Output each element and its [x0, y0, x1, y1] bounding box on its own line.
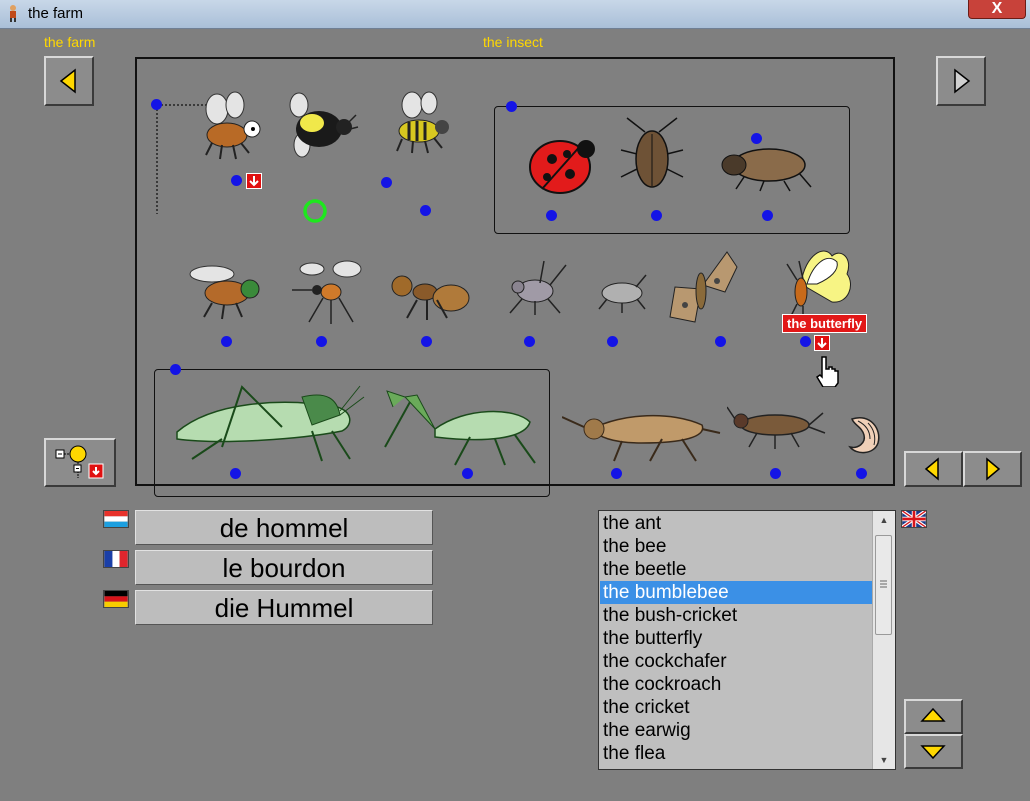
title-bar: the farm X: [0, 0, 1030, 29]
mantis-icon[interactable]: [375, 377, 540, 467]
insect-scene: the butterfly: [135, 57, 895, 497]
list-item[interactable]: the beetle: [600, 558, 872, 581]
bee-group-marker[interactable]: [151, 99, 162, 110]
ant-icon[interactable]: [387, 264, 472, 326]
butterfly-marker[interactable]: [800, 336, 811, 347]
cockchafer-top-marker[interactable]: [751, 133, 762, 144]
ladybug-marker[interactable]: [546, 210, 557, 221]
scroll-down-icon[interactable]: ▼: [873, 751, 895, 769]
list-item[interactable]: the flea: [600, 742, 872, 765]
download-arrow-icon: [817, 338, 827, 349]
bee-marker[interactable]: [231, 175, 242, 186]
fly-marker[interactable]: [221, 336, 232, 347]
beetle-group-marker[interactable]: [506, 101, 517, 112]
forward-button[interactable]: [936, 56, 986, 106]
mosquito-icon[interactable]: [287, 254, 367, 326]
hover-tooltip: the butterfly: [782, 314, 868, 333]
translation-german: die Hummel: [135, 590, 433, 625]
list-item-selected[interactable]: the bumblebee: [600, 581, 872, 604]
moth-icon[interactable]: [665, 247, 740, 329]
list-item[interactable]: the cockchafer: [600, 650, 872, 673]
arrow-right-icon: [986, 457, 1001, 481]
download-arrow-icon: [249, 176, 259, 187]
scroll-thumb[interactable]: [875, 535, 892, 635]
larva-marker[interactable]: [856, 468, 867, 479]
butterfly-icon[interactable]: [777, 244, 857, 319]
translation-luxembourgish: de hommel: [135, 510, 433, 545]
list-item[interactable]: the cockroach: [600, 673, 872, 696]
scroll-up-icon[interactable]: ▲: [873, 511, 895, 529]
bee-icon[interactable]: [197, 91, 267, 163]
farmer-icon: [10, 5, 16, 22]
wasp-icon[interactable]: [387, 91, 462, 157]
cockchafer-icon[interactable]: [714, 137, 819, 193]
previous-picture-button[interactable]: [904, 451, 963, 487]
bumblebee-icon[interactable]: [284, 91, 359, 163]
list-scrollbar[interactable]: ▲ ▼: [872, 511, 895, 769]
list-down-button[interactable]: [904, 734, 963, 769]
list-item[interactable]: the bush-cricket: [600, 604, 872, 627]
france-flag-icon: [103, 550, 129, 568]
selection-ring-icon: [303, 199, 327, 223]
earwig-icon[interactable]: [727, 397, 832, 452]
ant-marker[interactable]: [421, 336, 432, 347]
hierarchy-toggle-button[interactable]: [44, 438, 116, 487]
ladybug-icon[interactable]: [522, 129, 602, 201]
aphid-marker[interactable]: [524, 336, 535, 347]
current-category-label: the insect: [483, 34, 543, 50]
bee-audio-button[interactable]: [246, 173, 262, 189]
uk-flag-icon: [901, 510, 927, 528]
luxembourg-flag-icon: [103, 510, 129, 528]
arrow-left-icon: [924, 457, 939, 481]
cricket-marker[interactable]: [611, 468, 622, 479]
cricket-group-marker[interactable]: [170, 364, 181, 375]
list-item[interactable]: the cricket: [600, 696, 872, 719]
next-picture-button[interactable]: [963, 451, 1022, 487]
main-content: the farm the insect the butterfly de hom…: [0, 29, 1030, 801]
back-category-label[interactable]: the farm: [44, 34, 95, 50]
list-item[interactable]: the ant: [600, 512, 872, 535]
tree-icon: [55, 445, 104, 479]
earwig-marker[interactable]: [770, 468, 781, 479]
arrow-right-icon: [954, 68, 971, 94]
list-item[interactable]: the bee: [600, 535, 872, 558]
close-button[interactable]: X: [968, 0, 1026, 19]
butterfly-audio-button[interactable]: [814, 335, 830, 351]
cockroach-marker[interactable]: [651, 210, 662, 221]
fly-icon[interactable]: [182, 259, 267, 321]
back-button[interactable]: [44, 56, 94, 106]
flea-marker[interactable]: [607, 336, 618, 347]
wasp-marker[interactable]: [420, 205, 431, 216]
arrow-left-icon: [59, 68, 76, 94]
larva-icon[interactable]: [840, 409, 885, 459]
aphid-icon[interactable]: [500, 257, 575, 319]
grasshopper-marker[interactable]: [230, 468, 241, 479]
hand-cursor-icon: [816, 356, 839, 387]
arrow-down-icon: [920, 745, 946, 760]
flea-icon[interactable]: [592, 269, 652, 314]
mosquito-marker[interactable]: [316, 336, 327, 347]
germany-flag-icon: [103, 590, 129, 608]
mantis-marker[interactable]: [462, 468, 473, 479]
cockchafer-marker[interactable]: [762, 210, 773, 221]
grasshopper-icon[interactable]: [162, 377, 367, 467]
moth-marker[interactable]: [715, 336, 726, 347]
cockroach-icon[interactable]: [617, 114, 687, 194]
word-list[interactable]: the ant the bee the beetle the bumblebee…: [598, 510, 896, 770]
list-up-button[interactable]: [904, 699, 963, 734]
grip-icon: [880, 580, 887, 588]
arrow-up-icon: [920, 707, 946, 722]
list-item[interactable]: the butterfly: [600, 627, 872, 650]
translation-french: le bourdon: [135, 550, 433, 585]
cricket-icon[interactable]: [562, 399, 722, 464]
list-item[interactable]: the earwig: [600, 719, 872, 742]
window-title: the farm: [28, 5, 84, 22]
wasp-left-marker[interactable]: [381, 177, 392, 188]
